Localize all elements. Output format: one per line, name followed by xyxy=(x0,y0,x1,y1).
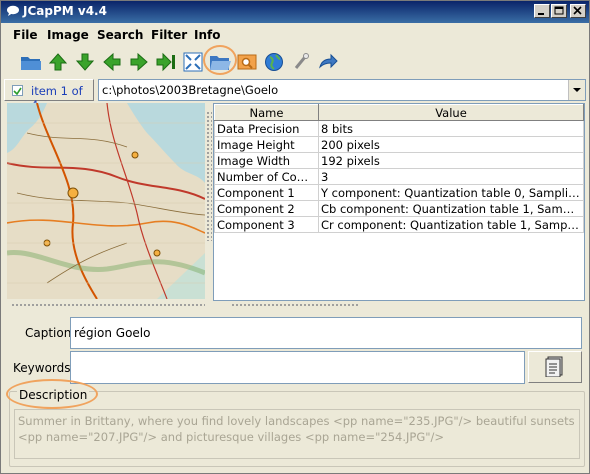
minimize-button[interactable] xyxy=(534,4,550,18)
highlight-ring xyxy=(6,379,98,409)
notes-button[interactable] xyxy=(528,351,582,383)
menu-info[interactable]: Info xyxy=(194,28,220,42)
table-row[interactable]: Image Width 192 pixels xyxy=(214,152,584,169)
path-combobox[interactable]: c:\photos\2003Bretagne\Goelo xyxy=(98,79,586,101)
menu-file[interactable]: File xyxy=(13,28,38,42)
chevron-down-icon[interactable] xyxy=(568,80,585,100)
property-value: Y component: Quantization table 0, Sampl… xyxy=(318,184,584,201)
wand-icon[interactable] xyxy=(289,50,313,74)
notepad-icon xyxy=(544,355,566,380)
description-value: Summer in Brittany, where you find lovel… xyxy=(18,414,575,444)
properties-table: Name Value Data Precision 8 bits Image H… xyxy=(213,103,585,301)
horizontal-splitter-right[interactable] xyxy=(231,303,359,308)
table-row[interactable]: Image Height 200 pixels xyxy=(214,136,584,153)
table-row[interactable]: Component 1 Y component: Quantization ta… xyxy=(214,184,584,201)
property-name: Data Precision xyxy=(214,120,319,137)
arrow-up-icon[interactable] xyxy=(46,50,70,74)
path-value: c:\photos\2003Bretagne\Goelo xyxy=(102,83,279,97)
column-header-name[interactable]: Name xyxy=(214,104,319,121)
property-value: 3 xyxy=(318,168,584,185)
close-button[interactable] xyxy=(570,4,586,18)
maximize-button[interactable] xyxy=(551,4,567,18)
description-field[interactable]: Summer in Brittany, where you find lovel… xyxy=(14,409,580,459)
table-row[interactable]: Data Precision 8 bits xyxy=(214,120,584,137)
property-value: Cb component: Quantization table 1, Samp… xyxy=(318,200,584,217)
path-row: item 1 of 4 c:\photos\2003Bretagne\Goelo xyxy=(4,79,586,112)
property-value: 200 pixels xyxy=(318,136,584,153)
property-value: Cr component: Quantization table 1, Samp… xyxy=(318,216,584,233)
arrow-down-icon[interactable] xyxy=(73,50,97,74)
property-name: Component 2 xyxy=(214,200,319,217)
column-header-value[interactable]: Value xyxy=(318,104,584,121)
property-value: 8 bits xyxy=(318,120,584,137)
property-name: Image Height xyxy=(214,136,319,153)
app-window: JCapPM v4.4 File Image Search Filter Inf… xyxy=(0,0,590,474)
property-name: Number of Com... xyxy=(214,168,319,185)
keywords-field[interactable] xyxy=(70,351,525,384)
item-checkbox[interactable] xyxy=(12,85,23,96)
item-counter-tab[interactable]: item 1 of 4 xyxy=(4,79,94,112)
caption-value: région Goelo xyxy=(74,326,151,340)
table-row[interactable]: Component 2 Cb component: Quantization t… xyxy=(214,200,584,217)
arrow-last-icon[interactable] xyxy=(154,50,178,74)
open-folder-icon[interactable] xyxy=(19,50,43,74)
fullscreen-icon[interactable] xyxy=(181,50,205,74)
caption-field[interactable]: région Goelo xyxy=(70,317,582,349)
globe-icon[interactable] xyxy=(262,50,286,74)
property-name: Image Width xyxy=(214,152,319,169)
app-logo-icon xyxy=(6,5,20,17)
keywords-label: Keywords xyxy=(13,361,71,375)
horizontal-splitter-left[interactable] xyxy=(11,303,205,308)
title-bar[interactable]: JCapPM v4.4 xyxy=(1,1,589,23)
vertical-splitter[interactable] xyxy=(206,111,212,241)
map-image xyxy=(7,103,205,299)
table-row[interactable]: Component 3 Cr component: Quantization t… xyxy=(214,216,584,233)
menu-bar: File Image Search Filter Info xyxy=(1,26,589,46)
toolbar xyxy=(1,45,589,76)
menu-image[interactable]: Image xyxy=(47,28,89,42)
property-name: Component 1 xyxy=(214,184,319,201)
arrow-left-icon[interactable] xyxy=(100,50,124,74)
menu-search[interactable]: Search xyxy=(97,28,143,42)
property-name: Component 3 xyxy=(214,216,319,233)
redo-arrow-icon[interactable] xyxy=(316,50,340,74)
caption-label: Caption xyxy=(25,326,72,340)
highlight-ring xyxy=(203,45,237,75)
property-value: 192 pixels xyxy=(318,152,584,169)
menu-filter[interactable]: Filter xyxy=(151,28,187,42)
arrow-right-icon[interactable] xyxy=(127,50,151,74)
window-title: JCapPM v4.4 xyxy=(23,4,107,18)
search-folder-icon[interactable] xyxy=(235,50,259,74)
image-preview[interactable] xyxy=(7,103,205,299)
table-row[interactable]: Number of Com... 3 xyxy=(214,168,584,185)
